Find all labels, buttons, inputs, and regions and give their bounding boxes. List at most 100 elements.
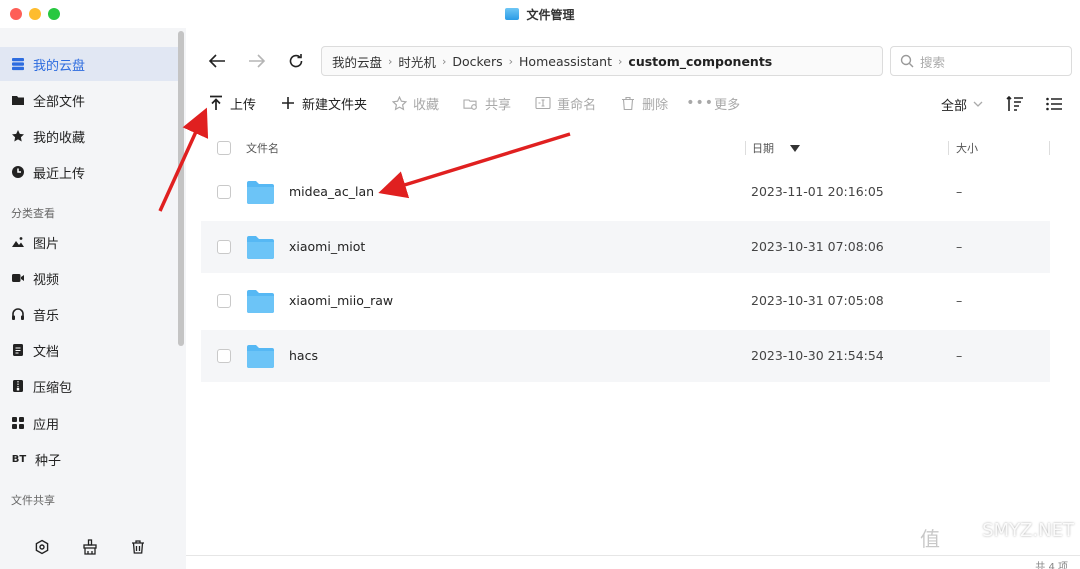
upload-button[interactable]: 上传 [208,94,256,113]
file-date: 2023-11-01 20:16:05 [751,184,884,199]
column-divider[interactable] [745,141,746,155]
breadcrumb-current[interactable]: custom_components [628,54,772,69]
close-window-button[interactable] [10,8,22,20]
table-row[interactable]: xiaomi_miot 2023-10-31 07:08:06 – [201,221,1050,273]
column-divider[interactable] [948,141,949,155]
delete-button[interactable]: 删除 [620,94,668,113]
file-name[interactable]: midea_ac_lan [289,184,374,199]
list-view-button[interactable] [1044,94,1064,114]
file-name[interactable]: xiaomi_miot [289,239,365,254]
window-title: 文件管理 [505,6,575,23]
table-row[interactable]: hacs 2023-10-30 21:54:54 – [201,330,1050,382]
arrow-left-icon [208,54,225,68]
row-checkbox[interactable] [217,240,231,254]
file-size: – [956,293,963,308]
sidebar-item-label: 最近上传 [33,166,86,182]
search-input[interactable]: 搜索 [890,46,1072,76]
sidebar-item-my-cloud[interactable]: 我的云盘 [0,47,178,81]
share-label: 共享 [485,97,512,113]
sidebar-item-apps[interactable]: 应用 [0,406,178,440]
sidebar-item-archives[interactable]: 压缩包 [0,369,178,403]
sidebar-item-all-files[interactable]: 全部文件 [0,83,178,117]
select-all-checkbox[interactable] [217,141,231,155]
window-controls [10,8,60,20]
sidebar-item-label: 应用 [33,417,60,433]
sidebar-item-documents[interactable]: 文档 [0,333,178,367]
chevron-right-icon: › [618,54,623,68]
sidebar-item-torrents[interactable]: BT 种子 [0,442,178,476]
cleanup-brush-icon[interactable] [81,538,99,556]
share-button[interactable]: 共享 [463,94,511,113]
file-manager-icon [505,8,520,20]
apps-icon [11,416,25,430]
refresh-icon [289,54,303,68]
toolbar: 上传 新建文件夹 收藏 共享 重命名 删除 ••• 更多 [208,91,764,115]
sidebar-item-label: 我的收藏 [33,130,86,146]
sidebar-item-video[interactable]: 视频 [0,261,178,295]
sort-desc-icon [790,144,800,152]
folder-icon [247,181,274,204]
trash-icon[interactable] [129,538,147,556]
storage-icon [11,57,25,71]
file-date: 2023-10-31 07:08:06 [751,239,884,254]
breadcrumb-item[interactable]: Dockers [452,54,502,69]
status-bar: 共 4 项 [186,555,1080,569]
filter-dropdown[interactable]: 全部 [941,95,983,114]
new-folder-button[interactable]: 新建文件夹 [280,94,367,113]
sidebar-item-label: 视频 [33,272,60,288]
minimize-window-button[interactable] [29,8,41,20]
file-size: – [956,348,963,363]
row-checkbox[interactable] [217,185,231,199]
sidebar-item-label: 压缩包 [33,380,73,396]
table-row[interactable]: midea_ac_lan 2023-11-01 20:16:05 – [201,166,1050,218]
clock-icon [11,165,25,179]
rename-label: 重命名 [557,97,597,113]
breadcrumb-item[interactable]: 时光机 [398,52,436,71]
sidebar-bottom-actions [33,538,147,556]
upload-icon [208,95,224,111]
sort-button[interactable] [1005,94,1025,114]
table-header: 文件名 日期 大小 [201,133,1050,163]
sidebar-item-recent[interactable]: 最近上传 [0,155,178,189]
settings-hexagon-icon[interactable] [33,538,51,556]
sidebar-item-label: 文档 [33,344,60,360]
sidebar-item-label: 种子 [35,453,62,469]
sidebar-item-images[interactable]: 图片 [0,225,178,259]
file-name[interactable]: xiaomi_miio_raw [289,293,393,308]
favorite-label: 收藏 [413,97,440,113]
sidebar-item-favorites[interactable]: 我的收藏 [0,119,178,153]
chevron-right-icon: › [441,54,447,68]
column-header-size[interactable]: 大小 [956,140,978,156]
main-panel: 我的云盘 › 时光机 › Dockers › Homeassistant › c… [186,28,1080,569]
sidebar-item-music[interactable]: 音乐 [0,297,178,331]
rename-button[interactable]: 重命名 [535,94,596,113]
row-checkbox[interactable] [217,294,231,308]
list-view-icon [1046,97,1062,111]
more-button[interactable]: ••• 更多 [686,94,740,113]
column-header-date[interactable]: 日期 [752,140,800,156]
column-divider[interactable] [1049,141,1050,155]
search-placeholder: 搜索 [920,54,946,70]
sort-icon [1006,96,1023,111]
forward-button[interactable] [246,50,268,72]
sidebar-item-label: 我的云盘 [33,58,86,74]
row-checkbox[interactable] [217,349,231,363]
favorite-button[interactable]: 收藏 [391,94,439,113]
maximize-window-button[interactable] [48,8,60,20]
torrent-icon: BT [11,453,27,465]
breadcrumb-item[interactable]: 我的云盘 [332,52,382,71]
table-row[interactable]: xiaomi_miio_raw 2023-10-31 07:05:08 – [201,275,1050,327]
refresh-button[interactable] [285,50,307,72]
file-size: – [956,184,963,199]
sidebar-item-label: 音乐 [33,308,60,324]
sidebar-scrollbar[interactable] [178,31,184,346]
share-section-title: 文件共享 [11,494,55,507]
new-folder-label: 新建文件夹 [302,97,368,113]
share-icon [463,95,479,111]
watermark-text: SMYZ.NET [982,520,1074,541]
breadcrumb-item[interactable]: Homeassistant [519,54,612,69]
back-button[interactable] [206,50,228,72]
column-header-name[interactable]: 文件名 [246,140,279,156]
file-name[interactable]: hacs [289,348,318,363]
folder-icon [11,93,25,107]
